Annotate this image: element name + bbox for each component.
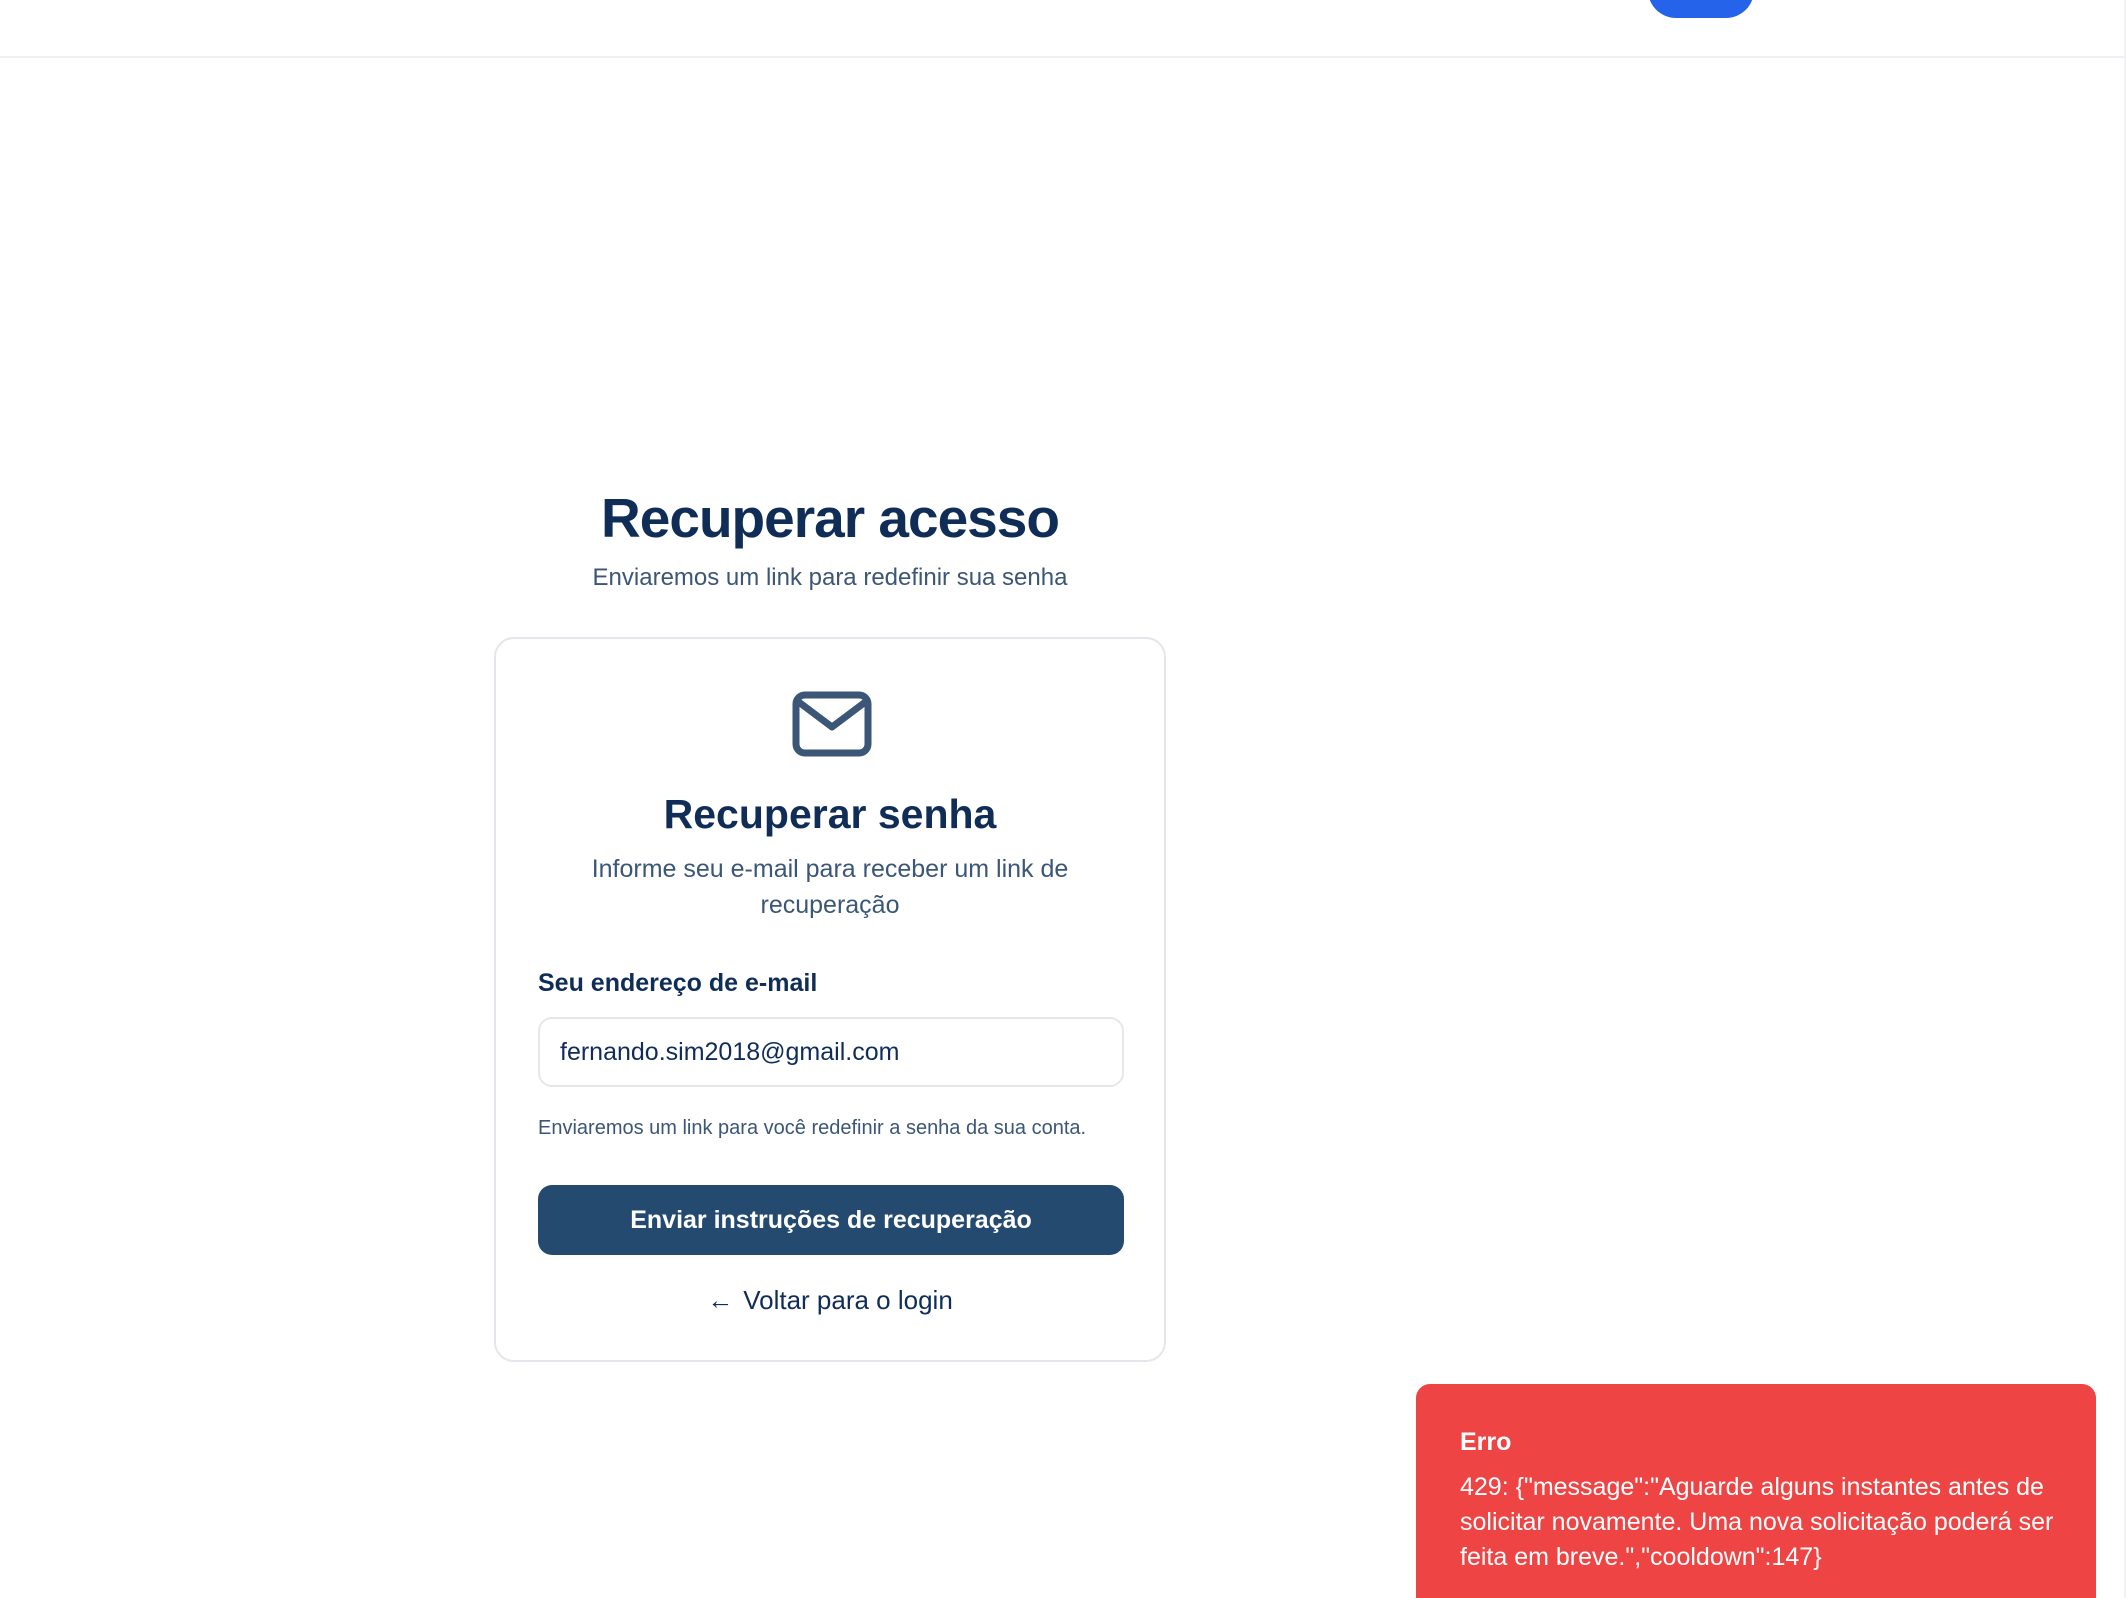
mail-icon <box>792 691 872 757</box>
toast-message: 429: {"message":"Aguarde alguns instante… <box>1460 1473 2054 1571</box>
header-action-button[interactable] <box>1648 0 1754 18</box>
send-instructions-button[interactable]: Enviar instruções de recuperação <box>538 1185 1124 1255</box>
card-description: Informe seu e-mail para receber um link … <box>591 855 1069 919</box>
password-recovery-card: Recuperar senha Informe seu e-mail para … <box>494 637 1166 1362</box>
toast-title: Erro <box>1460 1428 1512 1456</box>
back-to-login-label: Voltar para o login <box>743 1285 953 1315</box>
page-subtitle: Enviaremos um link para redefinir sua se… <box>592 564 1068 591</box>
page-title: Recuperar acesso <box>601 487 1060 549</box>
top-navbar <box>0 0 2126 58</box>
error-toast[interactable]: Erro 429: {"message":"Aguarde alguns ins… <box>1416 1384 2096 1598</box>
card-title: Recuperar senha <box>663 791 997 837</box>
email-helper-text: Enviaremos um link para você redefinir a… <box>538 1117 1087 1139</box>
email-input[interactable] <box>538 1017 1124 1087</box>
email-label: Seu endereço de e-mail <box>538 969 818 997</box>
back-to-login-link[interactable]: ← Voltar para o login <box>496 1285 1164 1316</box>
arrow-left-icon: ← <box>707 1285 734 1315</box>
